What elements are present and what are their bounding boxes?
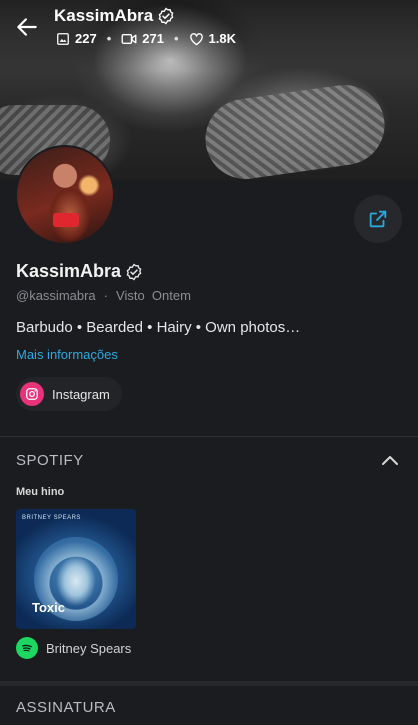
verified-icon <box>126 263 142 280</box>
artist-row[interactable]: Britney Spears <box>16 637 131 659</box>
share-button[interactable] <box>354 195 402 243</box>
spotify-icon <box>16 637 38 659</box>
verified-icon <box>158 7 174 25</box>
profile-handle: @kassimabra <box>16 288 96 303</box>
share-icon <box>369 210 387 228</box>
back-arrow-icon[interactable] <box>14 14 40 40</box>
videos-count: 271 <box>142 31 164 46</box>
instagram-icon <box>20 382 44 406</box>
subscription-section-title: ASSINATURA <box>16 699 116 716</box>
header-title: KassimAbra <box>54 6 154 25</box>
likes-count: 1.8K <box>208 31 236 46</box>
anthem-label: Meu hino <box>16 486 65 498</box>
photos-stat: 227 <box>56 31 97 46</box>
image-icon <box>57 32 69 45</box>
profile-bio: Barbudo • Bearded • Hairy • Own photos… <box>16 319 301 336</box>
track-title: Toxic <box>32 600 65 615</box>
album-caption: BRITNEY SPEARS <box>22 515 81 521</box>
likes-stat: 1.8K <box>189 31 236 46</box>
header-stats: 227 • 271 • 1.8K <box>56 31 236 46</box>
top-bar: KassimAbra 227 • 271 • 1.8K <box>0 0 418 56</box>
divider <box>0 436 418 437</box>
chevron-up-icon[interactable] <box>380 452 400 468</box>
header-title-row: KassimAbra <box>54 6 175 26</box>
more-info-link[interactable]: Mais informações <box>16 347 118 362</box>
instagram-link[interactable]: Instagram <box>16 377 122 411</box>
last-seen: Visto Ontem <box>116 288 191 303</box>
video-icon <box>121 33 137 44</box>
heart-icon <box>189 32 203 45</box>
photos-count: 227 <box>75 31 97 46</box>
handle-row: @kassimabra · Visto Ontem <box>16 288 191 303</box>
album-cover[interactable]: BRITNEY SPEARS Toxic <box>16 509 136 629</box>
profile-name-row: KassimAbra <box>16 261 143 282</box>
profile-name: KassimAbra <box>16 261 122 281</box>
spotify-section-title: SPOTIFY <box>16 452 84 469</box>
avatar[interactable] <box>15 145 115 245</box>
videos-stat: 271 <box>121 31 164 46</box>
instagram-label: Instagram <box>52 386 110 402</box>
artist-name: Britney Spears <box>46 640 132 656</box>
section-divider <box>0 681 418 686</box>
